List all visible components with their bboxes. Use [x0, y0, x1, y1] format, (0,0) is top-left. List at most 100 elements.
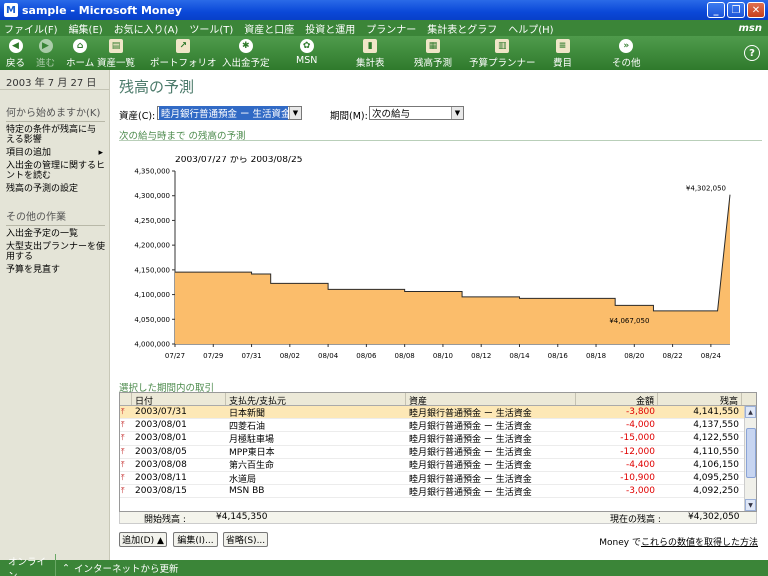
menu-investing[interactable]: 投資と運用 — [305, 21, 355, 36]
table-header: 日付 支払先/支払元 資産 金額 残高 — [120, 393, 756, 407]
home-button[interactable]: ⌂ ホーム — [66, 36, 94, 69]
row-balance: 4,137,550 — [693, 420, 739, 431]
row-payee: 四菱石油 — [229, 421, 266, 432]
chevron-down-icon[interactable]: ▼ — [289, 107, 301, 119]
menu-edit[interactable]: 編集(E) — [69, 21, 103, 36]
row-amount: -3,800 — [625, 407, 655, 418]
main-pane: 残高の予測 資産(C): 睦月銀行普通預金 ー 生活資金 ▼ 期間(M): 次の… — [111, 70, 768, 560]
skip-button[interactable]: 省略(S)... — [223, 532, 268, 547]
chart-title: 2003/07/27 から 2003/08/25 — [175, 156, 302, 165]
x-tick-label: 08/04 — [318, 352, 339, 360]
x-tick-label: 08/24 — [701, 352, 722, 360]
budget-planner-button[interactable]: ▥ 予算プランナー — [469, 36, 536, 69]
section-getting-started[interactable]: 何から始めますか(K) — [6, 104, 105, 122]
table-row[interactable]: ⤒ 2003/08/11 水道局 睦月銀行普通預金 ー 生活資金 -10,900 4,09… — [120, 472, 756, 486]
link-large-expense-planner[interactable]: 大型支出プランナーを使用する — [6, 242, 105, 262]
row-balance: 4,110,550 — [693, 446, 739, 457]
row-amount: -3,000 — [625, 486, 655, 497]
other-button[interactable]: » その他 — [612, 36, 641, 69]
row-payee: MSN BB — [229, 486, 265, 497]
menu-favorites[interactable]: お気に入り(A) — [114, 21, 179, 36]
footer-help: Money でこれらの数値を取得した方法 — [599, 535, 758, 548]
how-calculated-link[interactable]: これらの数値を取得した方法 — [641, 538, 758, 548]
scheduled-bill-icon: ⤒ — [121, 407, 125, 417]
link-review-budget[interactable]: 予算を見直す — [6, 265, 105, 275]
table-row[interactable]: ⤒ 2003/08/15 MSN BB 睦月銀行普通預金 ー 生活資金 -3,000 4,… — [120, 485, 756, 499]
minimize-button[interactable]: _ — [707, 2, 725, 18]
edit-button[interactable]: 編集(I)... — [173, 532, 218, 547]
menu-reports[interactable]: 集計表とグラフ — [427, 21, 497, 36]
link-scheduled-list[interactable]: 入出金予定の一覧 — [6, 229, 105, 239]
scroll-thumb[interactable] — [746, 428, 756, 478]
scheduled-bills-button[interactable]: ✱ 入出金予定 — [222, 36, 270, 69]
row-amount: -15,000 — [620, 433, 655, 444]
money-app-icon: M — [4, 3, 18, 17]
online-status[interactable]: オンライン — [0, 554, 56, 576]
col-date[interactable]: 日付 — [132, 393, 226, 407]
y-tick-label: 4,300,000 — [134, 192, 170, 200]
current-date: 2003 年 7 月 27 日 — [0, 70, 109, 90]
table-row[interactable]: ⤒ 2003/07/31 日本新聞 睦月銀行普通預金 ー 生活資金 -3,800 4,14… — [120, 406, 756, 420]
title-bar: M sample - Microsoft Money _ ❐ ✕ — [0, 0, 768, 20]
close-button[interactable]: ✕ — [747, 2, 765, 18]
link-tips[interactable]: 入出金の管理に関するヒントを読む — [6, 161, 105, 181]
row-date: 2003/08/08 — [135, 459, 187, 470]
row-date: 2003/08/15 — [135, 486, 187, 497]
home-icon: ⌂ — [73, 39, 88, 53]
col-amount[interactable]: 金額 — [576, 393, 658, 407]
link-what-if[interactable]: 特定の条件が残高に与える影響 — [6, 125, 105, 145]
chevron-down-icon[interactable]: ▼ — [451, 107, 463, 119]
x-tick-label: 08/22 — [662, 352, 682, 360]
current-balance-label: 現在の残高 : — [610, 515, 661, 525]
msn-button[interactable]: ✿ MSN — [296, 36, 317, 66]
scheduled-bill-icon: ⤒ — [121, 473, 125, 483]
menu-accounts[interactable]: 資産と口座 — [244, 21, 294, 36]
table-scrollbar[interactable]: ▲ ▼ — [744, 406, 756, 511]
y-tick-label: 4,050,000 — [134, 316, 170, 324]
table-row[interactable]: ⤒ 2003/08/05 MPP東日本 睦月銀行普通預金 ー 生活資金 -12,000 4… — [120, 446, 756, 459]
row-balance: 4,095,250 — [693, 473, 739, 484]
toolbar: ◀ 戻る ▶ 進む ⌂ ホーム ▤ 資産一覧 ↗ ポートフォリオ ✱ 入出金予定 ✿ MSN … — [0, 36, 768, 70]
back-button[interactable]: ◀ 戻る — [6, 36, 25, 69]
internet-update[interactable]: ⌃ インターネットから更新 — [56, 561, 178, 576]
menu-file[interactable]: ファイル(F) — [4, 21, 58, 36]
status-bar: オンライン ⌃インターネットから更新 — [0, 554, 768, 576]
forecast-button[interactable]: ▦ 残高予測 — [414, 36, 452, 69]
row-amount: -10,900 — [620, 473, 655, 484]
link-forecast-settings[interactable]: 残高の予測の設定 — [6, 184, 105, 194]
add-button[interactable]: 追加(D) ▲ — [119, 532, 167, 547]
current-balance-value: ¥4,302,050 — [688, 512, 740, 522]
menu-help[interactable]: ヘルプ(H) — [508, 21, 553, 36]
table-row[interactable]: ⤒ 2003/08/01 四菱石油 睦月銀行普通預金 ー 生活資金 -4,000 4,13… — [120, 419, 756, 433]
table-row[interactable]: ⤒ 2003/08/08 第六百生命 睦月銀行普通預金 ー 生活資金 -4,400 4,1… — [120, 459, 756, 472]
restore-button[interactable]: ❐ — [727, 2, 745, 18]
link-add-item[interactable]: 項目の追加 ▸ — [6, 148, 105, 158]
scroll-down-icon[interactable]: ▼ — [745, 499, 756, 511]
account-select[interactable]: 睦月銀行普通預金 ー 生活資金 ▼ — [157, 106, 302, 120]
accounts-button[interactable]: ▤ 資産一覧 — [97, 36, 135, 69]
x-tick-label: 08/08 — [395, 352, 415, 360]
menu-tools[interactable]: ツール(T) — [189, 21, 233, 36]
table-row[interactable]: ⤒ 2003/08/01 月極駐車場 睦月銀行普通預金 ー 生活資金 -15,000 4,… — [120, 432, 756, 446]
scroll-up-icon[interactable]: ▲ — [745, 406, 756, 418]
row-payee: 月極駐車場 — [229, 434, 275, 445]
row-account: 睦月銀行普通預金 ー 生活資金 — [409, 461, 532, 472]
portfolio-button[interactable]: ↗ ポートフォリオ — [150, 36, 217, 69]
transactions-table: 日付 支払先/支払元 資産 金額 残高 ⤒ 2003/07/31 日本新聞 睦月銀行普… — [119, 392, 757, 512]
double-chevron-up-icon: ⌃ — [62, 562, 70, 574]
menu-planner[interactable]: プランナー — [366, 21, 416, 36]
scheduled-bill-icon: ⤒ — [121, 433, 125, 443]
forward-button[interactable]: ▶ 進む — [36, 36, 55, 69]
scheduled-bills-icon: ✱ — [238, 39, 253, 53]
period-select[interactable]: 次の給与 ▼ — [369, 106, 464, 120]
help-icon[interactable]: ? — [744, 45, 760, 61]
reports-button[interactable]: ▮ 集計表 — [356, 36, 385, 69]
categories-button[interactable]: ≡ 費目 — [553, 36, 572, 69]
x-tick-label: 07/31 — [241, 352, 261, 360]
col-payee[interactable]: 支払先/支払元 — [226, 393, 406, 407]
msn-logo: msn — [738, 22, 763, 34]
col-balance[interactable]: 残高 — [658, 393, 742, 407]
x-tick-label: 08/10 — [433, 352, 453, 360]
col-account[interactable]: 資産 — [406, 393, 576, 407]
row-account: 睦月銀行普通預金 ー 生活資金 — [409, 434, 532, 445]
